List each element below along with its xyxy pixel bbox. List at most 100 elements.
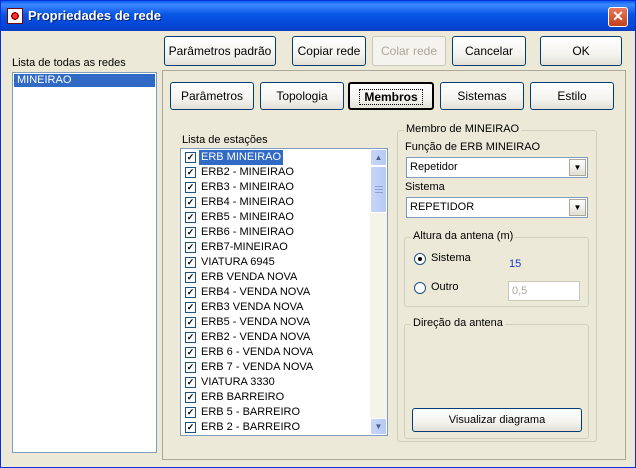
station-label: ERB 5 - BARREIRO: [201, 406, 301, 418]
checkbox[interactable]: ✓: [185, 362, 196, 373]
close-button[interactable]: ✕: [608, 7, 628, 27]
checkbox[interactable]: ✓: [185, 377, 196, 388]
station-label: ERB2 - VENDA NOVA: [201, 331, 311, 343]
station-label: ERB VENDA NOVA: [201, 271, 298, 283]
system-height-value: 15: [509, 258, 522, 270]
station-label: ERB3 VENDA NOVA: [201, 301, 304, 313]
window-title: Propriedades de rede: [28, 8, 161, 23]
station-item[interactable]: ✓ ERB 6 - VENDA NOVA: [182, 345, 370, 360]
stations-scrollbar[interactable]: ▲ ▼: [370, 149, 387, 435]
radio-system[interactable]: [414, 253, 426, 265]
station-label: ERB BARREIRO: [201, 391, 285, 403]
function-select[interactable]: Repetidor ▼: [406, 157, 588, 178]
station-label: ERB4 - MINEIRAO: [201, 196, 294, 208]
checkbox[interactable]: ✓: [185, 347, 196, 358]
checkbox[interactable]: ✓: [185, 302, 196, 313]
title-bar: Propriedades de rede ✕: [1, 1, 635, 31]
system-value: REPETIDOR: [410, 201, 475, 213]
scroll-down-icon[interactable]: ▼: [370, 418, 387, 435]
station-item[interactable]: ✓ ERB BARREIRO: [182, 390, 370, 405]
checkbox[interactable]: ✓: [185, 212, 196, 223]
chevron-down-icon[interactable]: ▼: [569, 159, 586, 176]
tab-sistemas[interactable]: Sistemas: [440, 82, 524, 110]
scroll-up-icon[interactable]: ▲: [370, 149, 387, 166]
station-item[interactable]: ✓ ERB 5 - BARREIRO: [182, 405, 370, 420]
station-item[interactable]: ✓ ERB 7 - VENDA NOVA: [182, 360, 370, 375]
antenna-direction-title: Direção da antena: [411, 317, 505, 329]
station-item[interactable]: ✓ ERB3 - MINEIRAO: [182, 180, 370, 195]
station-item[interactable]: ✓ ERB2 - VENDA NOVA: [182, 330, 370, 345]
station-item[interactable]: ✓ ERB5 - VENDA NOVA: [182, 315, 370, 330]
other-height-input[interactable]: 0,5: [508, 281, 580, 301]
station-label: ERB3 - MINEIRAO: [201, 181, 294, 193]
station-label: ERB 6 - VENDA NOVA: [201, 346, 314, 358]
checkbox[interactable]: ✓: [185, 407, 196, 418]
default-params-button[interactable]: Parâmetros padrão: [164, 36, 276, 66]
system-label: Sistema: [405, 181, 445, 193]
tab-parametros[interactable]: Parâmetros: [170, 82, 254, 110]
station-label: ERB5 - VENDA NOVA: [201, 316, 311, 328]
station-label: VIATURA 3330: [201, 376, 275, 388]
copy-network-button[interactable]: Copiar rede: [292, 36, 366, 66]
network-item-mineirao[interactable]: MINEIRAO: [14, 74, 155, 87]
view-diagram-button[interactable]: Visualizar diagrama: [412, 408, 582, 432]
checkbox[interactable]: ✓: [185, 272, 196, 283]
system-select[interactable]: REPETIDOR ▼: [406, 197, 588, 218]
cancel-button[interactable]: Cancelar: [452, 36, 526, 66]
station-item[interactable]: ✓ ERB5 - MINEIRAO: [182, 210, 370, 225]
checkbox[interactable]: ✓: [185, 332, 196, 343]
station-item[interactable]: ✓ ERB2 - MINEIRAO: [182, 165, 370, 180]
radio-other-label: Outro: [431, 281, 459, 293]
checkbox[interactable]: ✓: [185, 392, 196, 403]
function-label: Função de ERB MINEIRAO: [405, 141, 541, 153]
station-item[interactable]: ✓ ERB VENDA NOVA: [182, 270, 370, 285]
chevron-down-icon[interactable]: ▼: [569, 199, 586, 216]
checkbox[interactable]: ✓: [185, 152, 196, 163]
paste-network-button[interactable]: Colar rede: [372, 36, 446, 66]
networks-list-label: Lista de todas as redes: [12, 57, 126, 69]
checkbox[interactable]: ✓: [185, 227, 196, 238]
ok-button[interactable]: OK: [540, 36, 622, 66]
station-label: ERB5 - MINEIRAO: [201, 211, 294, 223]
antenna-height-title: Altura da antena (m): [411, 230, 516, 242]
checkbox[interactable]: ✓: [185, 422, 196, 433]
checkbox[interactable]: ✓: [185, 257, 196, 268]
station-item[interactable]: ✓ ERB7-MINEIRAO: [182, 240, 370, 255]
member-group-title: Membro de MINEIRAO: [404, 123, 522, 135]
checkbox[interactable]: ✓: [185, 182, 196, 193]
station-item[interactable]: ✓ ERB 2 - BARREIRO: [182, 420, 370, 435]
station-item[interactable]: ✓ VIATURA 6945: [182, 255, 370, 270]
grip-line: [375, 189, 383, 190]
tab-topologia[interactable]: Topologia: [260, 82, 344, 110]
station-item[interactable]: ✓ ERB4 - VENDA NOVA: [182, 285, 370, 300]
station-item[interactable]: ✓ ERB MINEIRAO: [182, 150, 370, 165]
station-label: ERB 7 - VENDA NOVA: [201, 361, 314, 373]
grip-line: [375, 186, 383, 187]
station-label: VIATURA 6945: [201, 256, 275, 268]
station-label: ERB4 - VENDA NOVA: [201, 286, 311, 298]
checkbox[interactable]: ✓: [185, 242, 196, 253]
checkbox[interactable]: ✓: [185, 197, 196, 208]
station-item[interactable]: ✓ ERB4 - MINEIRAO: [182, 195, 370, 210]
station-label: ERB 2 - BARREIRO: [201, 421, 301, 433]
station-label: ERB2 - MINEIRAO: [201, 166, 294, 178]
station-item[interactable]: ✓ ERB6 - MINEIRAO: [182, 225, 370, 240]
radio-other[interactable]: [414, 282, 426, 294]
station-label: ERB7-MINEIRAO: [201, 241, 288, 253]
checkbox[interactable]: ✓: [185, 287, 196, 298]
station-label: ERB MINEIRAO: [199, 150, 284, 165]
stations-list[interactable]: ✓ ERB MINEIRAO ✓ ERB2 - MINEIRAO ✓ ERB3 - MIN…: [180, 148, 388, 436]
station-item[interactable]: ✓ VIATURA 3330: [182, 375, 370, 390]
app-icon: [7, 8, 23, 24]
checkbox[interactable]: ✓: [185, 167, 196, 178]
station-label: ERB6 - MINEIRAO: [201, 226, 294, 238]
stations-list-label: Lista de estações: [182, 134, 268, 146]
networks-list[interactable]: MINEIRAO: [12, 72, 157, 453]
tab-membros[interactable]: Membros: [348, 82, 434, 110]
checkbox[interactable]: ✓: [185, 317, 196, 328]
station-item[interactable]: ✓ ERB3 VENDA NOVA: [182, 300, 370, 315]
scroll-thumb[interactable]: [370, 166, 387, 213]
function-value: Repetidor: [410, 161, 458, 173]
grip-line: [375, 192, 383, 193]
tab-estilo[interactable]: Estilo: [530, 82, 614, 110]
